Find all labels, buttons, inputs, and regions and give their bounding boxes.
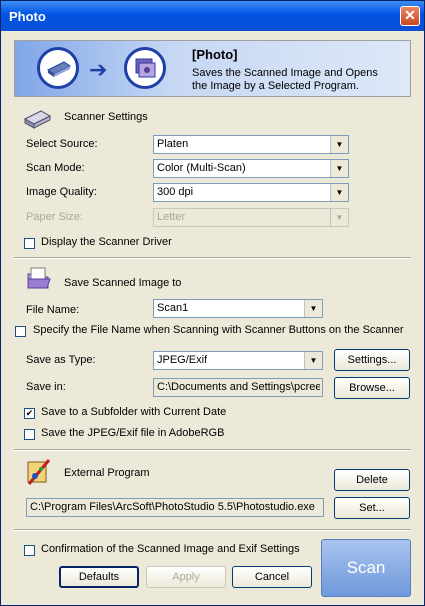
select-source-value: Platen	[157, 138, 189, 150]
confirmation-checkbox[interactable]	[24, 545, 35, 556]
image-quality-label: Image Quality:	[26, 186, 97, 198]
title-bar[interactable]: Photo ✔✕	[1, 1, 424, 31]
chevron-down-icon[interactable]: ▼	[330, 160, 348, 177]
paper-size-value: Letter	[157, 211, 186, 223]
chevron-down-icon[interactable]: ▼	[330, 184, 348, 201]
photo-dialog: Photo ✔✕ ➔ [Photo] Saves the Sc	[0, 0, 425, 606]
subfolder-label[interactable]: Save to a Subfolder with Current Date	[41, 406, 226, 418]
banner-title: [Photo]	[192, 47, 238, 62]
apply-button: Apply	[146, 566, 226, 588]
scanner-icon	[37, 47, 79, 89]
delete-button[interactable]: Delete	[334, 469, 410, 491]
cancel-button[interactable]: Cancel	[232, 566, 312, 588]
paper-size-label: Paper Size:	[26, 211, 83, 223]
arrow-icon: ➔	[89, 57, 108, 82]
chevron-down-icon[interactable]: ▼	[304, 352, 322, 369]
paper-size-dropdown: Letter ▼	[153, 208, 349, 227]
image-quality-value: 300 dpi	[157, 186, 194, 198]
scan-mode-label: Scan Mode:	[26, 162, 85, 174]
save-in-label: Save in:	[26, 381, 66, 393]
close-glyph: ✕	[404, 7, 416, 23]
scan-button[interactable]: Scan	[321, 539, 411, 597]
chevron-down-icon[interactable]: ▼	[304, 300, 322, 317]
program-path-value: C:\Program Files\ArcSoft\PhotoStudio 5.5…	[30, 501, 315, 513]
scanner-settings-icon	[23, 110, 52, 129]
chevron-down-icon: ▼	[330, 209, 348, 226]
scanner-settings-heading: Scanner Settings	[64, 111, 148, 123]
save-as-type-value: JPEG/Exif	[157, 354, 208, 366]
scan-mode-value: Color (Multi-Scan)	[157, 162, 246, 174]
save-in-field[interactable]: C:\Documents and Settings\pcreecy	[153, 378, 323, 397]
browse-button[interactable]: Browse...	[334, 377, 410, 399]
file-name-label: File Name:	[26, 304, 80, 316]
divider	[14, 529, 411, 531]
display-driver-label[interactable]: Display the Scanner Driver	[41, 236, 172, 248]
program-path-field[interactable]: C:\Program Files\ArcSoft\PhotoStudio 5.5…	[26, 498, 324, 517]
close-button[interactable]: ✔✕	[400, 6, 420, 26]
confirmation-label[interactable]: Confirmation of the Scanned Image and Ex…	[41, 543, 300, 555]
scan-mode-dropdown[interactable]: Color (Multi-Scan) ▼	[153, 159, 349, 178]
subfolder-checkbox[interactable]: ✔	[24, 408, 35, 419]
specify-name-checkbox[interactable]	[15, 326, 26, 337]
select-source-dropdown[interactable]: Platen ▼	[153, 135, 349, 154]
external-program-icon	[27, 459, 51, 485]
save-as-type-dropdown[interactable]: JPEG/Exif ▼	[153, 351, 323, 370]
folder-icon	[27, 267, 51, 289]
window-title: Photo	[9, 9, 46, 24]
image-quality-dropdown[interactable]: 300 dpi ▼	[153, 183, 349, 202]
photo-icon	[124, 47, 166, 89]
divider	[14, 449, 411, 451]
display-driver-checkbox[interactable]	[24, 238, 35, 249]
save-as-type-label: Save as Type:	[26, 354, 96, 366]
save-section-heading: Save Scanned Image to	[64, 277, 182, 289]
dialog-body: ➔ [Photo] Saves the Scanned Image and Op…	[4, 31, 422, 602]
file-name-value: Scan1	[157, 302, 189, 314]
save-in-value: C:\Documents and Settings\pcreecy	[157, 381, 320, 393]
adobergb-label[interactable]: Save the JPEG/Exif file in AdobeRGB	[41, 427, 224, 439]
banner-description: Saves the Scanned Image and Opens the Im…	[192, 67, 378, 92]
select-source-label: Select Source:	[26, 138, 98, 150]
chevron-down-icon[interactable]: ▼	[330, 136, 348, 153]
settings-button[interactable]: Settings...	[334, 349, 410, 371]
adobergb-checkbox[interactable]	[24, 429, 35, 440]
specify-name-label[interactable]: Specify the File Name when Scanning with…	[33, 324, 404, 336]
banner: ➔ [Photo] Saves the Scanned Image and Op…	[14, 40, 411, 97]
defaults-button[interactable]: Defaults	[59, 566, 139, 588]
file-name-combo[interactable]: Scan1 ▼	[153, 299, 323, 318]
divider	[14, 257, 411, 259]
external-program-heading: External Program	[64, 467, 150, 479]
set-button[interactable]: Set...	[334, 497, 410, 519]
